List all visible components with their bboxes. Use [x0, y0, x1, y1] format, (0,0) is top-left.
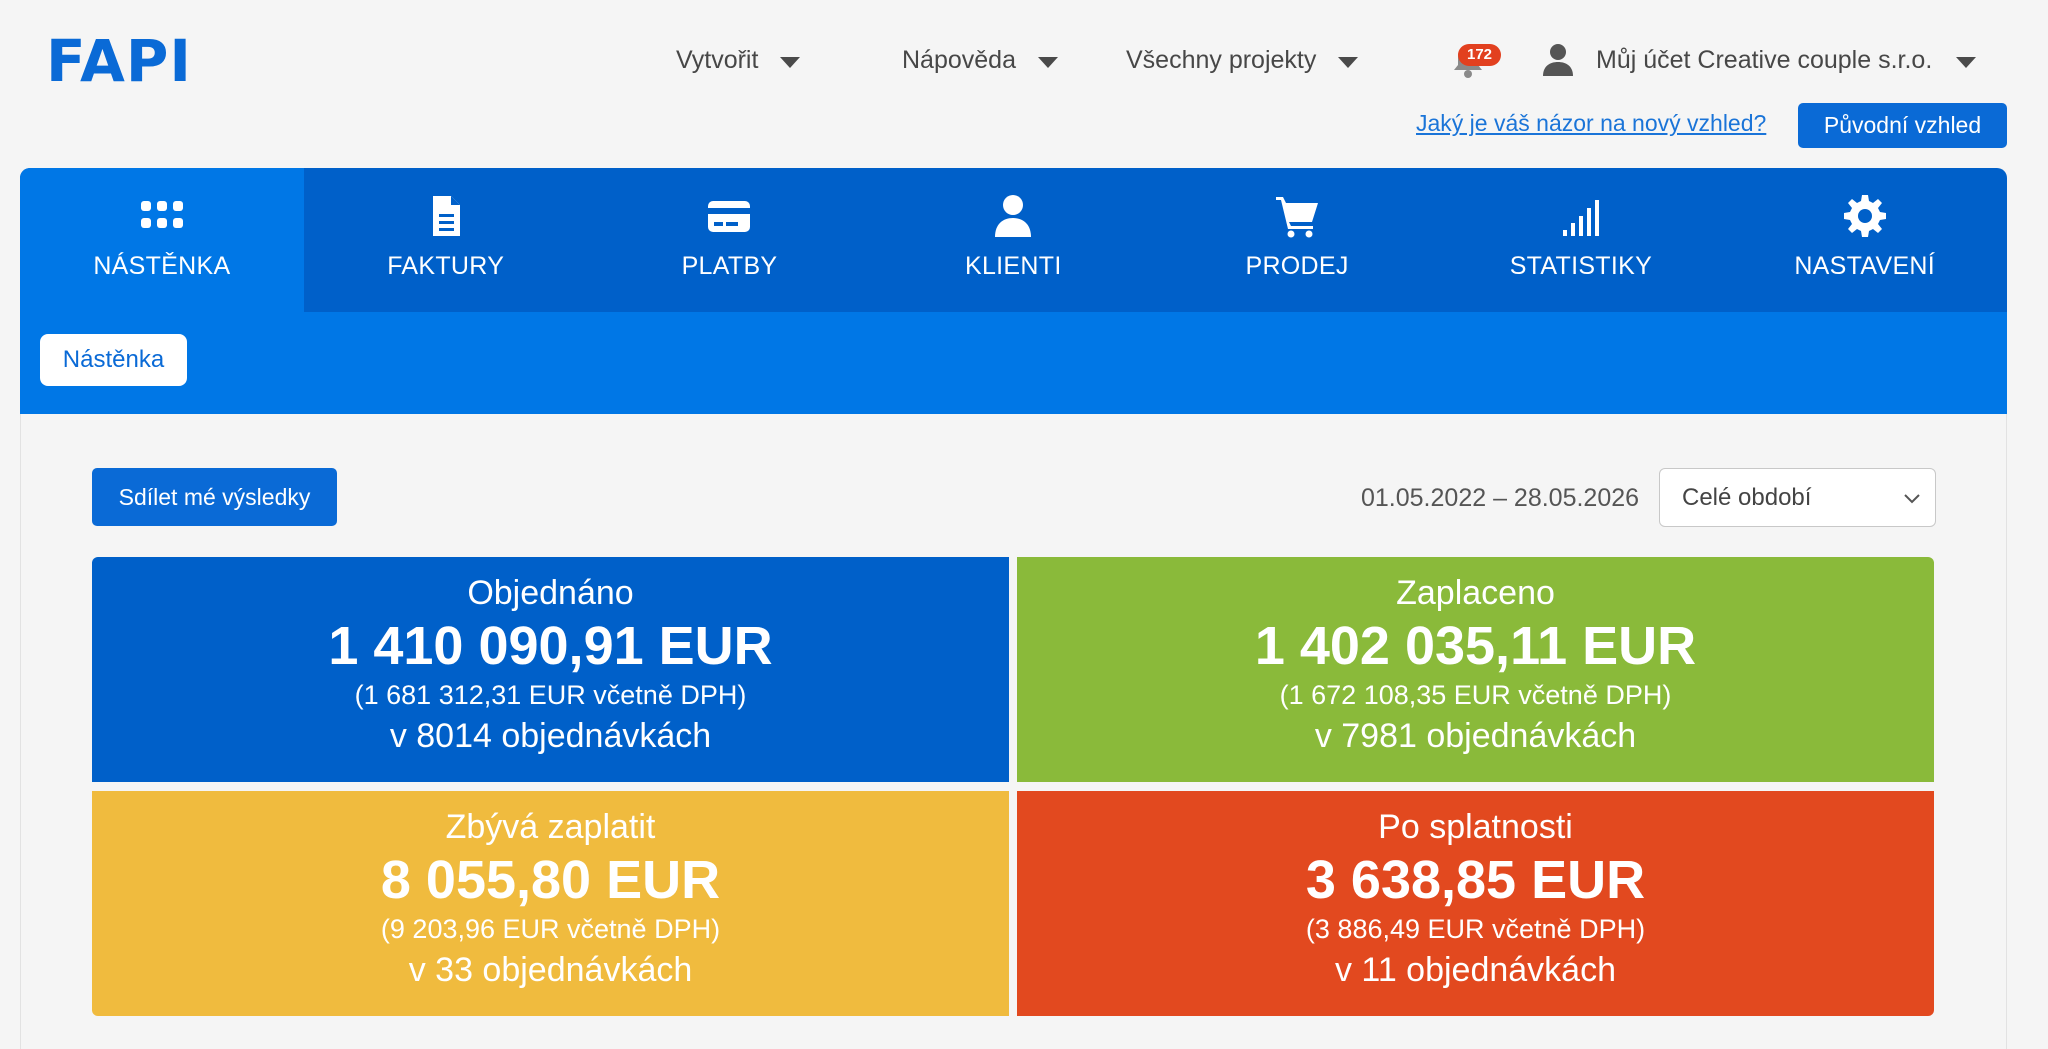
- tab-label: STATISTIKY: [1509, 252, 1653, 280]
- period-select[interactable]: Celé období: [1659, 468, 1936, 527]
- notification-count-badge: 172: [1458, 44, 1502, 66]
- gear-icon: [1843, 195, 1886, 237]
- card-amount: 1 410 090,91 EUR: [328, 616, 773, 676]
- tab-label: NASTAVENÍ: [1794, 252, 1936, 280]
- fapi-logo[interactable]: FAPI: [46, 30, 192, 92]
- caret-down-icon: [1037, 56, 1058, 68]
- tab-label: PLATBY: [681, 252, 778, 280]
- tab-label: KLIENTI: [965, 252, 1062, 280]
- card-vat: (9 203,96 EUR včetně DPH): [380, 914, 721, 944]
- tab-invoices[interactable]: FAKTURY: [304, 168, 588, 312]
- help-menu[interactable]: Nápověda: [902, 40, 1058, 80]
- subnav-dashboard[interactable]: Nástěnka: [40, 334, 187, 386]
- projects-menu[interactable]: Všechny projekty: [1126, 40, 1359, 80]
- card-title: Po splatnosti: [1378, 808, 1573, 846]
- ordered-card: Objednáno 1 410 090,91 EUR (1 681 312,31…: [92, 557, 1009, 782]
- card-orders: v 8014 objednávkách: [389, 717, 712, 755]
- share-results-button[interactable]: Sdílet mé výsledky: [92, 468, 337, 526]
- signal-bars-icon: [1562, 200, 1599, 236]
- tab-label: FAKTURY: [387, 252, 505, 280]
- user-icon: [995, 195, 1032, 237]
- credit-card-icon: [708, 201, 751, 232]
- card-amount: 1 402 035,11 EUR: [1254, 616, 1697, 676]
- cart-icon: [1276, 197, 1319, 238]
- card-orders: v 33 objednávkách: [408, 951, 693, 989]
- document-icon: [432, 196, 460, 236]
- tab-label: PRODEJ: [1245, 252, 1349, 280]
- account-menu[interactable]: Můj účet Creative couple s.r.o.: [1540, 40, 1977, 80]
- card-vat: (1 681 312,31 EUR včetně DPH): [354, 680, 747, 710]
- tab-label: NÁSTĚNKA: [93, 252, 231, 280]
- original-view-button[interactable]: Původní vzhled: [1798, 103, 2007, 148]
- main-navigation: NÁSTĚNKA FAKTURY PLATBY KLIENTI PRODEJ S…: [20, 168, 2007, 312]
- period-select-value: Celé období: [1682, 483, 1812, 511]
- caret-down-icon: [780, 56, 801, 68]
- tab-settings[interactable]: NASTAVENÍ: [1723, 168, 2007, 312]
- dashboard-content: Sdílet mé výsledky 01.05.2022 – 28.05.20…: [20, 414, 2007, 1049]
- card-title: Zbývá zaplatit: [445, 808, 656, 846]
- remaining-card: Zbývá zaplatit 8 055,80 EUR (9 203,96 EU…: [92, 791, 1009, 1016]
- paid-card: Zaplaceno 1 402 035,11 EUR (1 672 108,35…: [1017, 557, 1934, 782]
- projects-menu-label: Všechny projekty: [1126, 45, 1317, 74]
- create-menu-label: Vytvořit: [676, 45, 759, 74]
- card-title: Objednáno: [467, 574, 634, 612]
- user-icon: [1543, 44, 1573, 76]
- tab-payments[interactable]: PLATBY: [588, 168, 872, 312]
- caret-down-icon: [1338, 56, 1359, 68]
- tab-dashboard[interactable]: NÁSTĚNKA: [20, 168, 304, 312]
- feedback-link[interactable]: Jaký je váš názor na nový vzhled?: [1416, 110, 1766, 137]
- card-orders: v 11 objednávkách: [1334, 951, 1616, 989]
- chevron-down-icon: [1904, 494, 1920, 504]
- date-range: 01.05.2022 – 28.05.2026: [1361, 484, 1640, 512]
- help-menu-label: Nápověda: [902, 45, 1016, 74]
- caret-down-icon: [1956, 56, 1977, 68]
- sub-navigation: Nástěnka: [20, 312, 2007, 414]
- card-amount: 8 055,80 EUR: [380, 850, 721, 910]
- create-menu[interactable]: Vytvořit: [676, 40, 801, 80]
- card-amount: 3 638,85 EUR: [1305, 850, 1646, 910]
- tab-statistics[interactable]: STATISTIKY: [1439, 168, 1723, 312]
- grid-icon: [140, 201, 183, 228]
- card-vat: (3 886,49 EUR včetně DPH): [1305, 914, 1646, 944]
- tab-sales[interactable]: PRODEJ: [1155, 168, 1439, 312]
- card-title: Zaplaceno: [1396, 574, 1555, 612]
- account-menu-label: Můj účet Creative couple s.r.o.: [1596, 45, 1933, 74]
- overdue-card: Po splatnosti 3 638,85 EUR (3 886,49 EUR…: [1017, 791, 1934, 1016]
- card-orders: v 7981 objednávkách: [1314, 717, 1637, 755]
- tab-clients[interactable]: KLIENTI: [871, 168, 1155, 312]
- card-vat: (1 672 108,35 EUR včetně DPH): [1279, 680, 1672, 710]
